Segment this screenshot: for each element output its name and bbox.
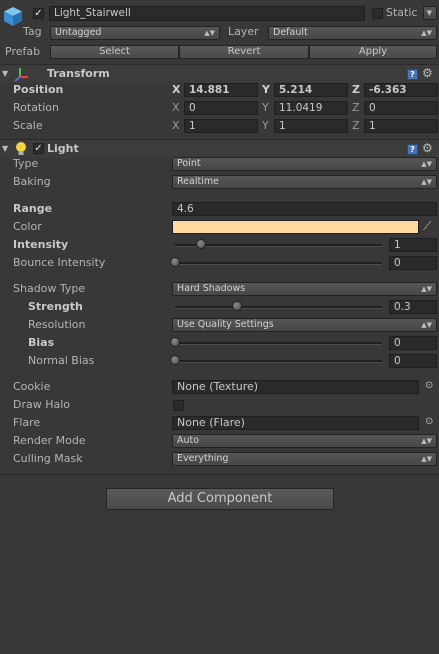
shadow-type-label: Shadow Type — [13, 282, 86, 295]
type-dropdown[interactable]: Point ▲▼ — [172, 157, 437, 171]
add-component-button[interactable]: Add Component — [106, 488, 334, 510]
object-icon — [2, 5, 24, 27]
render-mode-dropdown[interactable]: Auto ▲▼ — [172, 434, 437, 448]
transform-scale-x-field[interactable]: 1 — [184, 119, 258, 133]
bounce-intensity-slider-track[interactable] — [175, 262, 382, 265]
transform-rotation-label: Rotation — [13, 101, 60, 114]
normal-bias-slider-track[interactable] — [175, 360, 382, 363]
light-enabled-checkbox[interactable]: ✓ — [33, 143, 44, 154]
static-label: Static — [386, 6, 418, 19]
transform-position-label: Position — [13, 83, 64, 96]
tag-dropdown[interactable]: Untagged ▲▼ — [50, 26, 220, 40]
object-picker-icon[interactable]: ⊙ — [425, 380, 433, 392]
axis-y-label: Y — [262, 119, 269, 132]
strength-label: Strength — [28, 300, 83, 313]
light-title: Light — [47, 142, 79, 155]
cookie-label: Cookie — [13, 380, 51, 393]
layer-label: Layer — [228, 25, 259, 38]
section-divider — [0, 474, 439, 475]
axis-z-label: Z — [352, 83, 360, 96]
flare-label: Flare — [13, 416, 41, 429]
bias-slider-track[interactable] — [175, 342, 382, 345]
normal-bias-slider-handle[interactable] — [170, 355, 180, 365]
transform-scale-z-field[interactable]: 1 — [364, 119, 438, 133]
color-label: Color — [13, 220, 42, 233]
axis-x-label: X — [172, 83, 181, 96]
transform-rotation-y-field[interactable]: 11.0419 — [274, 101, 348, 115]
flare-field[interactable]: None (Flare) — [172, 416, 419, 430]
draw-halo-checkbox[interactable] — [173, 400, 184, 411]
static-dropdown[interactable]: ▼ — [423, 6, 437, 20]
range-label: Range — [13, 202, 53, 215]
axis-z-label: Z — [352, 119, 360, 132]
culling-mask-label: Culling Mask — [13, 452, 83, 465]
foldout-arrow-icon[interactable]: ▼ — [2, 68, 8, 80]
shadow-type-dropdown[interactable]: Hard Shadows ▲▼ — [172, 282, 437, 296]
bounce-intensity-slider-handle[interactable] — [170, 257, 180, 267]
intensity-slider-track[interactable] — [175, 244, 382, 247]
intensity-slider-handle[interactable] — [195, 239, 206, 249]
gear-icon[interactable]: ⚙ — [422, 142, 433, 154]
object-name-field[interactable]: Light_Stairwell — [49, 6, 365, 21]
transform-position-x-field[interactable]: 14.881 — [184, 83, 258, 97]
culling-mask-dropdown[interactable]: Everything ▲▼ — [172, 452, 437, 466]
transform-title: Transform — [47, 67, 110, 80]
prefab-label: Prefab — [5, 45, 41, 58]
eyedropper-icon[interactable]: ⟋ — [423, 220, 431, 232]
help-icon[interactable]: ? — [407, 69, 418, 80]
transform-header[interactable]: ▼ Transform ? ⚙ — [0, 64, 439, 83]
transform-rotation-x-field[interactable]: 0 — [184, 101, 258, 115]
bounce-intensity-label: Bounce Intensity — [13, 256, 106, 269]
transform-scale-y-field[interactable]: 1 — [274, 119, 348, 133]
color-swatch[interactable] — [172, 220, 419, 234]
transform-scale-label: Scale — [13, 119, 43, 132]
active-checkbox[interactable]: ✓ — [33, 8, 44, 19]
prefab-revert-button[interactable]: Revert — [179, 45, 309, 59]
resolution-label: Resolution — [28, 318, 86, 331]
axis-z-label: Z — [352, 101, 360, 114]
render-mode-label: Render Mode — [13, 434, 86, 447]
tag-label: Tag — [23, 25, 42, 38]
intensity-field[interactable]: 1 — [389, 238, 437, 252]
strength-slider-track[interactable] — [175, 306, 382, 309]
axis-x-label: X — [172, 101, 180, 114]
axis-y-label: Y — [262, 101, 269, 114]
normal-bias-label: Normal Bias — [28, 354, 95, 367]
draw-halo-label: Draw Halo — [13, 398, 71, 411]
transform-rotation-z-field[interactable]: 0 — [364, 101, 438, 115]
foldout-arrow-icon[interactable]: ▼ — [2, 143, 8, 155]
transform-position-y-field[interactable]: 5.214 — [274, 83, 348, 97]
strength-field[interactable]: 0.3 — [389, 300, 437, 314]
baking-label: Baking — [13, 175, 51, 188]
object-picker-icon[interactable]: ⊙ — [425, 416, 433, 428]
layer-dropdown[interactable]: Default ▲▼ — [268, 26, 437, 40]
strength-slider-handle[interactable] — [232, 301, 243, 311]
prefab-select-button[interactable]: Select — [50, 45, 179, 59]
cookie-field[interactable]: None (Texture) — [172, 380, 419, 394]
gear-icon[interactable]: ⚙ — [422, 67, 433, 79]
prefab-apply-button[interactable]: Apply — [309, 45, 437, 59]
bulb-icon — [14, 141, 28, 157]
range-field[interactable]: 4.6 — [172, 202, 437, 216]
transform-axes-icon — [14, 66, 30, 82]
resolution-dropdown[interactable]: Use Quality Settings ▲▼ — [172, 318, 437, 332]
baking-dropdown[interactable]: Realtime ▲▼ — [172, 175, 437, 189]
help-icon[interactable]: ? — [407, 144, 418, 155]
light-header[interactable]: ▼ ✓ Light ? ⚙ — [0, 139, 439, 158]
bias-field[interactable]: 0 — [389, 336, 437, 350]
transform-position-z-field[interactable]: -6.363 — [364, 83, 438, 97]
intensity-label: Intensity — [13, 238, 69, 251]
bias-slider-handle[interactable] — [170, 337, 180, 347]
type-label: Type — [13, 157, 39, 170]
bias-label: Bias — [28, 336, 55, 349]
axis-x-label: X — [172, 119, 180, 132]
static-checkbox[interactable] — [372, 8, 383, 19]
normal-bias-field[interactable]: 0 — [389, 354, 437, 368]
bounce-intensity-field[interactable]: 0 — [389, 256, 437, 270]
axis-y-label: Y — [262, 83, 270, 96]
